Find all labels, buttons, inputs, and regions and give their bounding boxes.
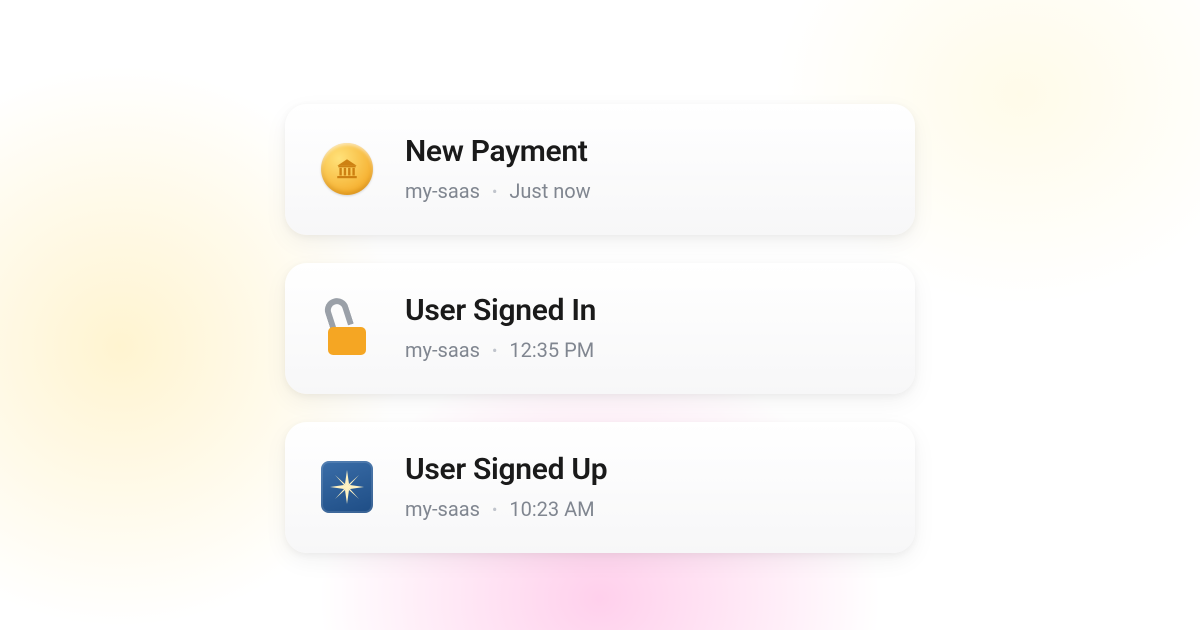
notification-title: New Payment (405, 134, 591, 169)
notification-content: User Signed In my-saas • 12:35 PM (405, 293, 596, 362)
notification-title: User Signed Up (405, 452, 607, 487)
notification-content: User Signed Up my-saas • 10:23 AM (405, 452, 607, 521)
notification-time: Just now (509, 179, 590, 203)
notification-project: my-saas (405, 179, 480, 203)
notification-project: my-saas (405, 338, 480, 362)
notification-feed: New Payment my-saas • Just now User Sign… (285, 0, 915, 553)
separator-dot: • (492, 341, 497, 360)
notification-card[interactable]: New Payment my-saas • Just now (285, 104, 915, 235)
notification-meta: my-saas • 10:23 AM (405, 497, 607, 521)
unlock-icon (319, 300, 375, 356)
notification-time: 12:35 PM (509, 338, 594, 362)
notification-meta: my-saas • 12:35 PM (405, 338, 596, 362)
separator-dot: • (492, 182, 497, 201)
coin-bank-icon (319, 141, 375, 197)
notification-time: 10:23 AM (509, 497, 594, 521)
sparkle-tile-icon (319, 459, 375, 515)
notification-card[interactable]: User Signed Up my-saas • 10:23 AM (285, 422, 915, 553)
notification-content: New Payment my-saas • Just now (405, 134, 591, 203)
notification-card[interactable]: User Signed In my-saas • 12:35 PM (285, 263, 915, 394)
notification-title: User Signed In (405, 293, 596, 328)
notification-project: my-saas (405, 497, 480, 521)
notification-meta: my-saas • Just now (405, 179, 591, 203)
separator-dot: • (492, 500, 497, 519)
